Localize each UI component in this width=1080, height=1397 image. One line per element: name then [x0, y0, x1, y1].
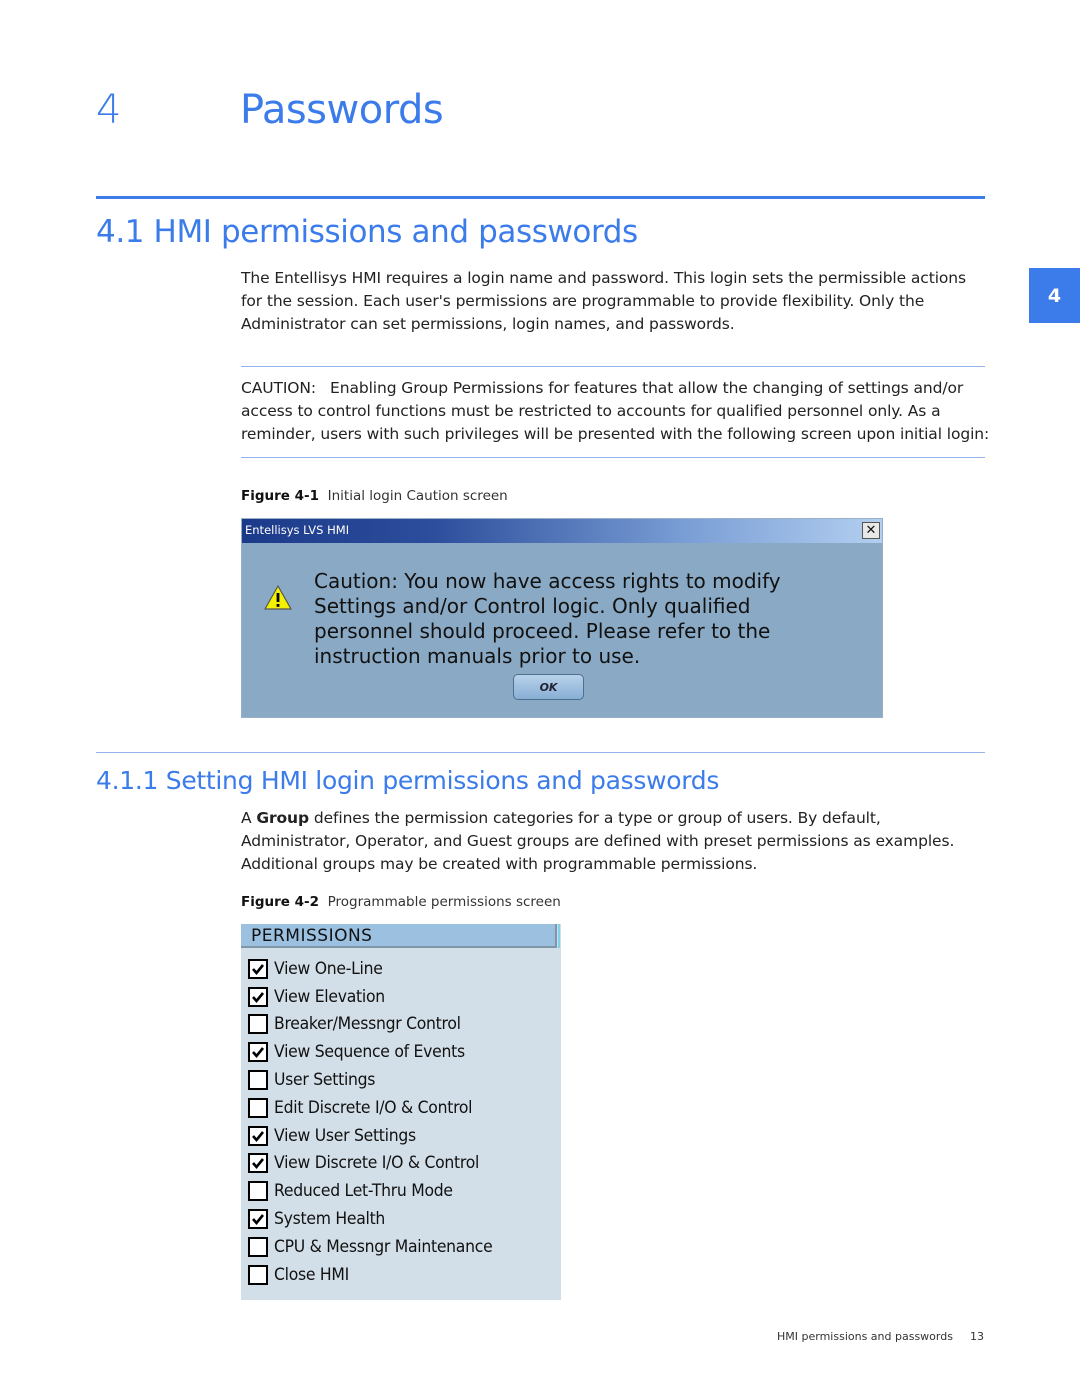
group-paragraph: A Group defines the permission categorie… — [241, 807, 991, 876]
group-term: Group — [256, 809, 309, 827]
section-heading: 4.1 HMI permissions and passwords — [96, 214, 638, 250]
permission-label: Close HMI — [274, 1264, 349, 1285]
permission-label: Edit Discrete I/O & Control — [274, 1097, 473, 1118]
figure-1-caption: Figure 4-1 Initial login Caution screen — [241, 487, 508, 505]
permission-label: Reduced Let-Thru Mode — [274, 1181, 453, 1202]
checkbox-unchecked[interactable] — [248, 1097, 268, 1118]
figure-2-label: Figure 4-2 — [241, 894, 320, 910]
permissions-list: View One-Line View Elevation Breaker/Messn… — [248, 955, 511, 1289]
page-number: 13 — [970, 1330, 984, 1343]
permission-item[interactable]: Breaker/Messngr Control — [248, 1011, 511, 1039]
permission-item[interactable]: CPU & Messngr Maintenance — [248, 1233, 511, 1261]
chapter-title: Passwords — [240, 87, 444, 133]
checkbox-checked[interactable] — [248, 1042, 268, 1063]
checkmark-icon — [252, 964, 265, 975]
permission-item[interactable]: Edit Discrete I/O & Control — [248, 1094, 511, 1122]
checkmark-icon — [252, 1158, 265, 1170]
checkbox-checked[interactable] — [248, 986, 268, 1007]
permission-item[interactable]: Reduced Let-Thru Mode — [248, 1177, 511, 1205]
ok-button[interactable]: OK — [513, 674, 584, 700]
group-paragraph-prefix: A — [241, 809, 257, 827]
checkmark-icon — [252, 991, 265, 1003]
figure-1-caption-text: Initial login Caution screen — [327, 488, 508, 504]
checkbox-unchecked[interactable] — [248, 1070, 268, 1091]
permissions-title: PERMISSIONS — [251, 926, 373, 946]
permissions-panel: PERMISSIONS View One-Line View Elevation B… — [241, 924, 561, 1300]
permission-label: View Discrete I/O & Control — [274, 1153, 480, 1174]
permission-label: Breaker/Messngr Control — [274, 1014, 461, 1035]
caution-label: CAUTION: — [241, 379, 317, 397]
dialog-title-bar[interactable]: Entellisys LVS HMI ✕ — [242, 519, 882, 543]
permission-label: View Elevation — [274, 986, 385, 1007]
caution-bottom-rule — [241, 457, 985, 458]
permission-label: View Sequence of Events — [274, 1042, 465, 1063]
permission-label: View One-Line — [274, 958, 383, 979]
figure-1-label: Figure 4-1 — [241, 488, 320, 504]
caution-top-rule — [241, 366, 985, 367]
chapter-tab[interactable]: 4 — [1029, 268, 1080, 323]
checkbox-unchecked[interactable] — [248, 1236, 268, 1257]
close-icon[interactable]: ✕ — [862, 522, 880, 539]
subsection-heading: 4.1.1 Setting HMI login permissions and … — [96, 766, 720, 795]
figure-2-caption-text: Programmable permissions screen — [327, 894, 561, 910]
permission-item[interactable]: Close HMI — [248, 1261, 511, 1289]
chapter-divider — [96, 196, 985, 199]
figure-2-caption: Figure 4-2 Programmable permissions scre… — [241, 893, 561, 911]
permission-item[interactable]: View One-Line — [248, 955, 511, 983]
intro-paragraph: The Entellisys HMI requires a login name… — [241, 269, 966, 333]
warning-icon — [264, 585, 292, 611]
permission-label: View User Settings — [274, 1125, 416, 1146]
group-paragraph-rest: defines the permission categories for a … — [241, 809, 955, 873]
checkbox-unchecked[interactable] — [248, 1264, 268, 1285]
checkmark-icon — [252, 1047, 265, 1059]
permissions-header: PERMISSIONS — [241, 924, 557, 948]
subsection-rule — [96, 752, 985, 753]
permission-item[interactable]: View Sequence of Events — [248, 1038, 511, 1066]
dialog-title: Entellisys LVS HMI — [245, 523, 350, 537]
checkbox-checked[interactable] — [248, 1209, 268, 1230]
checkmark-icon — [252, 1130, 265, 1142]
panel-edge — [558, 924, 560, 948]
permission-label: CPU & Messngr Maintenance — [274, 1236, 493, 1257]
permission-label: User Settings — [274, 1070, 376, 1091]
caution-dialog: Entellisys LVS HMI ✕ Caution: You now ha… — [241, 518, 883, 718]
permission-item[interactable]: System Health — [248, 1205, 511, 1233]
permission-item[interactable]: View Elevation — [248, 983, 511, 1011]
checkbox-checked[interactable] — [248, 1153, 268, 1174]
checkbox-unchecked[interactable] — [248, 1181, 268, 1202]
chapter-number: 4 — [96, 87, 122, 133]
dialog-message: Caution: You now have access rights to m… — [314, 569, 781, 668]
permission-item[interactable]: User Settings — [248, 1066, 511, 1094]
permission-item[interactable]: View Discrete I/O & Control — [248, 1150, 511, 1178]
footer-title: HMI permissions and passwords — [777, 1330, 953, 1343]
checkbox-checked[interactable] — [248, 1125, 268, 1146]
checkbox-checked[interactable] — [248, 958, 268, 979]
permission-item[interactable]: View User Settings — [248, 1122, 511, 1150]
checkbox-unchecked[interactable] — [248, 1014, 268, 1035]
caution-text: Enabling Group Permissions for features … — [241, 379, 990, 443]
checkmark-icon — [252, 1214, 265, 1226]
caution-note: CAUTION: Enabling Group Permissions for f… — [241, 377, 991, 446]
permission-label: System Health — [274, 1209, 386, 1230]
